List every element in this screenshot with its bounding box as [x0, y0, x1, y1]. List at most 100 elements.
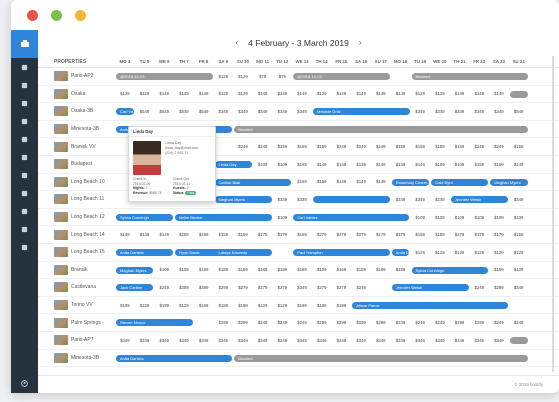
- price-cell[interactable]: $159: [489, 267, 509, 272]
- price-cell[interactable]: $349: [351, 338, 371, 343]
- price-cell[interactable]: $129: [450, 250, 470, 255]
- price-cell[interactable]: $399: [174, 285, 194, 290]
- price-cell[interactable]: $189: [194, 267, 214, 272]
- booking-bar[interactable]: Steven Mosco: [116, 319, 193, 327]
- property-cell[interactable]: Long Beach 12: [38, 212, 115, 223]
- price-cell[interactable]: $189: [371, 267, 391, 272]
- price-cell[interactable]: $249: [469, 144, 489, 149]
- price-cell[interactable]: $149: [135, 232, 155, 237]
- price-cell[interactable]: $349: [469, 109, 489, 114]
- price-cell[interactable]: $149: [253, 91, 273, 96]
- price-cell[interactable]: $159: [430, 144, 450, 149]
- price-cell[interactable]: $129: [213, 74, 233, 79]
- price-cell[interactable]: $159: [509, 144, 529, 149]
- user-icon[interactable]: [11, 148, 38, 166]
- price-cell[interactable]: $149: [509, 162, 529, 167]
- price-cell[interactable]: $349: [469, 338, 489, 343]
- price-cell[interactable]: $189: [213, 303, 233, 308]
- price-cell[interactable]: $149: [469, 91, 489, 96]
- price-cell[interactable]: $169: [292, 162, 312, 167]
- price-cell[interactable]: $349: [115, 338, 135, 343]
- price-cell[interactable]: $339: [292, 197, 312, 202]
- send-icon[interactable]: [11, 184, 38, 202]
- price-cell[interactable]: $149: [450, 91, 470, 96]
- price-cell[interactable]: $109: [469, 215, 489, 220]
- price-cell[interactable]: $249: [154, 285, 174, 290]
- property-cell[interactable]: Osaka: [38, 88, 115, 99]
- price-cell[interactable]: $159: [450, 144, 470, 149]
- price-cell[interactable]: $109: [174, 267, 194, 272]
- price-cell[interactable]: $129: [273, 303, 293, 308]
- price-cell[interactable]: $129: [115, 91, 135, 96]
- price-cell[interactable]: $169: [233, 267, 253, 272]
- price-cell[interactable]: $399: [194, 285, 214, 290]
- price-cell[interactable]: $149: [174, 91, 194, 96]
- booking-bar[interactable]: [313, 196, 390, 204]
- price-cell[interactable]: $129: [410, 91, 430, 96]
- price-cell[interactable]: $109: [154, 267, 174, 272]
- price-cell[interactable]: $299: [469, 320, 489, 325]
- price-cell[interactable]: $149: [273, 91, 293, 96]
- price-cell[interactable]: $159: [391, 144, 411, 149]
- price-cell[interactable]: $159: [469, 162, 489, 167]
- price-cell[interactable]: $129: [489, 250, 509, 255]
- booking-bar[interactable]: Meghan Myers: [116, 266, 154, 274]
- booking-bar[interactable]: Alison Pierce: [352, 301, 508, 309]
- booking-bar[interactable]: Meghan Myers: [214, 196, 272, 204]
- price-cell[interactable]: $159: [430, 232, 450, 237]
- price-cell[interactable]: $109: [410, 215, 430, 220]
- price-cell[interactable]: $549: [509, 109, 529, 114]
- price-cell[interactable]: $249: [489, 320, 509, 325]
- price-cell[interactable]: $349: [253, 338, 273, 343]
- price-cell[interactable]: $349: [509, 285, 529, 290]
- price-cell[interactable]: $349: [213, 338, 233, 343]
- property-cell[interactable]: Bransik: [38, 264, 115, 275]
- price-cell[interactable]: $549: [135, 109, 155, 114]
- price-cell[interactable]: $249: [253, 320, 273, 325]
- price-cell[interactable]: $129: [509, 250, 529, 255]
- price-cell[interactable]: $249: [351, 285, 371, 290]
- cart-icon[interactable]: [11, 112, 38, 130]
- booking-bar[interactable]: Cole Byrd: [431, 178, 489, 186]
- price-cell[interactable]: $159: [489, 162, 509, 167]
- price-cell[interactable]: $189: [213, 267, 233, 272]
- price-cell[interactable]: $159: [213, 232, 233, 237]
- price-cell[interactable]: $249: [410, 320, 430, 325]
- price-cell[interactable]: $149: [154, 91, 174, 96]
- price-cell[interactable]: $109: [509, 215, 529, 220]
- price-cell[interactable]: $159: [410, 144, 430, 149]
- price-cell[interactable]: $349: [233, 109, 253, 114]
- price-cell[interactable]: $189: [233, 303, 253, 308]
- price-cell[interactable]: $349: [174, 338, 194, 343]
- price-cell[interactable]: $189: [253, 267, 273, 272]
- price-cell[interactable]: $179: [273, 232, 293, 237]
- property-cell[interactable]: Paris-AP2: [38, 71, 115, 82]
- price-cell[interactable]: $249: [430, 197, 450, 202]
- price-cell[interactable]: $149: [292, 91, 312, 96]
- price-cell[interactable]: $129: [253, 303, 273, 308]
- price-cell[interactable]: $349: [273, 109, 293, 114]
- price-cell[interactable]: $129: [410, 250, 430, 255]
- price-cell[interactable]: $139: [351, 162, 371, 167]
- booking-bar[interactable]: Latoya Edwards: [214, 248, 272, 256]
- price-cell[interactable]: $179: [391, 232, 411, 237]
- price-cell[interactable]: $299: [489, 285, 509, 290]
- booking-bar[interactable]: Jennifer Welsh: [391, 284, 469, 292]
- property-cell[interactable]: Torino VV: [38, 300, 115, 311]
- property-cell[interactable]: Long Beach 10: [38, 176, 115, 187]
- blocked-bar[interactable]: @2018-10-03: [293, 73, 390, 80]
- price-cell[interactable]: $249: [332, 144, 352, 149]
- price-cell[interactable]: $349: [410, 109, 430, 114]
- price-cell[interactable]: $299: [332, 320, 352, 325]
- price-cell[interactable]: $249: [233, 144, 253, 149]
- price-cell[interactable]: $349: [430, 109, 450, 114]
- booking-bar[interactable]: Rosemary Charre: [391, 178, 430, 186]
- price-cell[interactable]: $149: [332, 162, 352, 167]
- maximize-dot[interactable]: [75, 10, 86, 21]
- price-cell[interactable]: $279: [312, 232, 332, 237]
- price-cell[interactable]: $149: [391, 162, 411, 167]
- price-cell[interactable]: $349: [489, 338, 509, 343]
- price-cell[interactable]: $349: [430, 338, 450, 343]
- blocked-bar[interactable]: [510, 90, 528, 98]
- price-cell[interactable]: $149: [371, 162, 391, 167]
